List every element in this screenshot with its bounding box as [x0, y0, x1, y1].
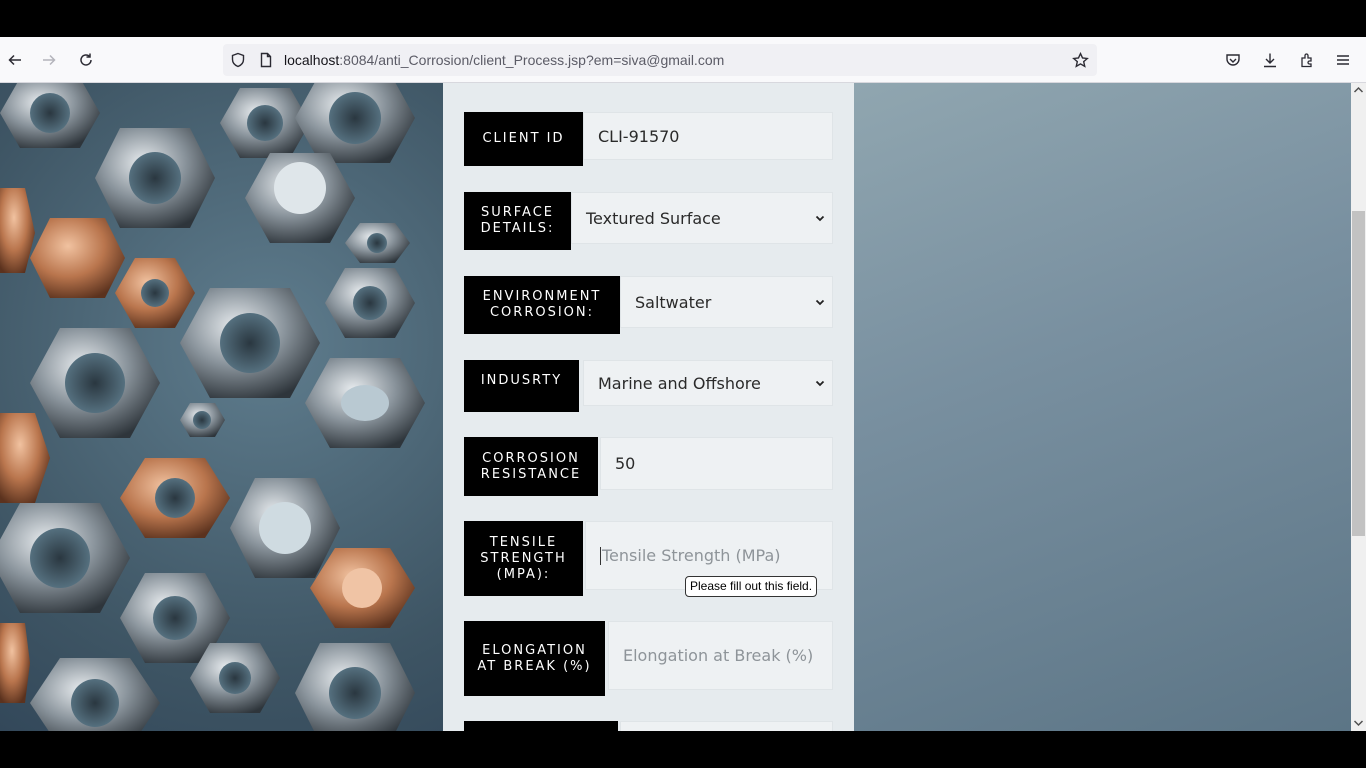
address-bar[interactable]: localhost:8084/anti_Corrosion/client_Pro…: [223, 44, 1097, 76]
hex-nuts-illustration: [0, 83, 425, 731]
hex-nuts-photo: [0, 83, 443, 731]
surface-row: SURFACE DETAILS: Textured Surface: [464, 192, 833, 250]
elongation-label: ELONGATION AT BREAK (%): [464, 621, 605, 696]
forward-button[interactable]: [34, 45, 64, 75]
chevron-down-icon: [815, 215, 825, 222]
chevron-down-icon: [815, 299, 825, 306]
validation-tooltip: Please fill out this field.: [685, 576, 818, 597]
environment-row: ENVIRONMENT CORROSION: Saltwater: [464, 276, 833, 334]
url-host: localhost: [284, 52, 340, 68]
elongation-row: ELONGATION AT BREAK (%) Elongation at Br…: [464, 621, 833, 696]
bottom-black-bar: [0, 731, 1366, 768]
download-icon: [1264, 53, 1276, 68]
page-content: CLIENT ID CLI-91570 SURFACE DETAILS: Tex…: [0, 83, 1351, 731]
industry-select[interactable]: Marine and Offshore: [583, 360, 833, 406]
elongation-field[interactable]: Elongation at Break (%): [608, 621, 833, 690]
arrow-right-icon: [43, 54, 56, 66]
tensile-strength-label: TENSILE STRENGTH (MPA):: [464, 521, 583, 596]
elongation-placeholder: Elongation at Break (%): [623, 646, 814, 665]
reload-icon: [80, 53, 92, 66]
corrosion-resistance-field[interactable]: 50: [600, 437, 833, 490]
extensions-button[interactable]: [1292, 45, 1322, 75]
environment-corrosion-select[interactable]: Saltwater: [620, 276, 833, 328]
star-icon[interactable]: [1072, 52, 1089, 69]
arrow-left-icon: [8, 54, 21, 66]
text-cursor: [600, 546, 601, 565]
page-icon[interactable]: [258, 52, 274, 68]
next-row-partial: [464, 721, 833, 731]
corrosion-resistance-label: CORROSION RESISTANCE: [464, 437, 598, 496]
downloads-button[interactable]: [1255, 45, 1285, 75]
client-process-form: CLIENT ID CLI-91570 SURFACE DETAILS: Tex…: [443, 83, 854, 731]
back-button[interactable]: [0, 45, 30, 75]
tensile-strength-placeholder: Tensile Strength (MPa): [602, 546, 781, 565]
surface-details-value: Textured Surface: [586, 208, 721, 228]
environment-corrosion-value: Saltwater: [635, 292, 712, 312]
browser-toolbar: localhost:8084/anti_Corrosion/client_Pro…: [0, 37, 1366, 83]
page-scrollbar[interactable]: [1351, 83, 1366, 731]
surface-details-label: SURFACE DETAILS:: [464, 192, 571, 250]
client-id-label: CLIENT ID: [464, 112, 583, 166]
reload-button[interactable]: [71, 45, 101, 75]
extensions-icon: [1301, 53, 1312, 68]
url-text[interactable]: localhost:8084/anti_Corrosion/client_Pro…: [284, 52, 724, 68]
url-path: :8084/anti_Corrosion/client_Process.jsp?…: [339, 52, 725, 68]
pocket-icon: [1226, 54, 1240, 66]
corrosion-resistance-row: CORROSION RESISTANCE 50: [464, 437, 833, 496]
background-panel: [854, 83, 1351, 731]
environment-corrosion-label: ENVIRONMENT CORROSION:: [464, 276, 620, 334]
shield-icon[interactable]: [230, 52, 246, 68]
next-label-partial: [464, 721, 618, 731]
scroll-up-icon[interactable]: [1353, 85, 1364, 96]
top-black-bar: [0, 0, 1366, 37]
industry-row: INDUSRTY Marine and Offshore: [464, 360, 833, 412]
hamburger-menu-icon: [1337, 55, 1349, 65]
surface-details-select[interactable]: Textured Surface: [571, 192, 833, 244]
chevron-down-icon: [815, 380, 825, 387]
scroll-thumb[interactable]: [1352, 211, 1365, 536]
next-field-partial[interactable]: [620, 721, 833, 731]
industry-label: INDUSRTY: [464, 360, 579, 412]
client-id-row: CLIENT ID CLI-91570: [464, 112, 833, 166]
client-id-field[interactable]: CLI-91570: [583, 112, 833, 160]
industry-value: Marine and Offshore: [598, 373, 761, 393]
scroll-down-icon[interactable]: [1353, 717, 1364, 728]
pocket-button[interactable]: [1218, 45, 1248, 75]
app-menu-button[interactable]: [1328, 45, 1358, 75]
